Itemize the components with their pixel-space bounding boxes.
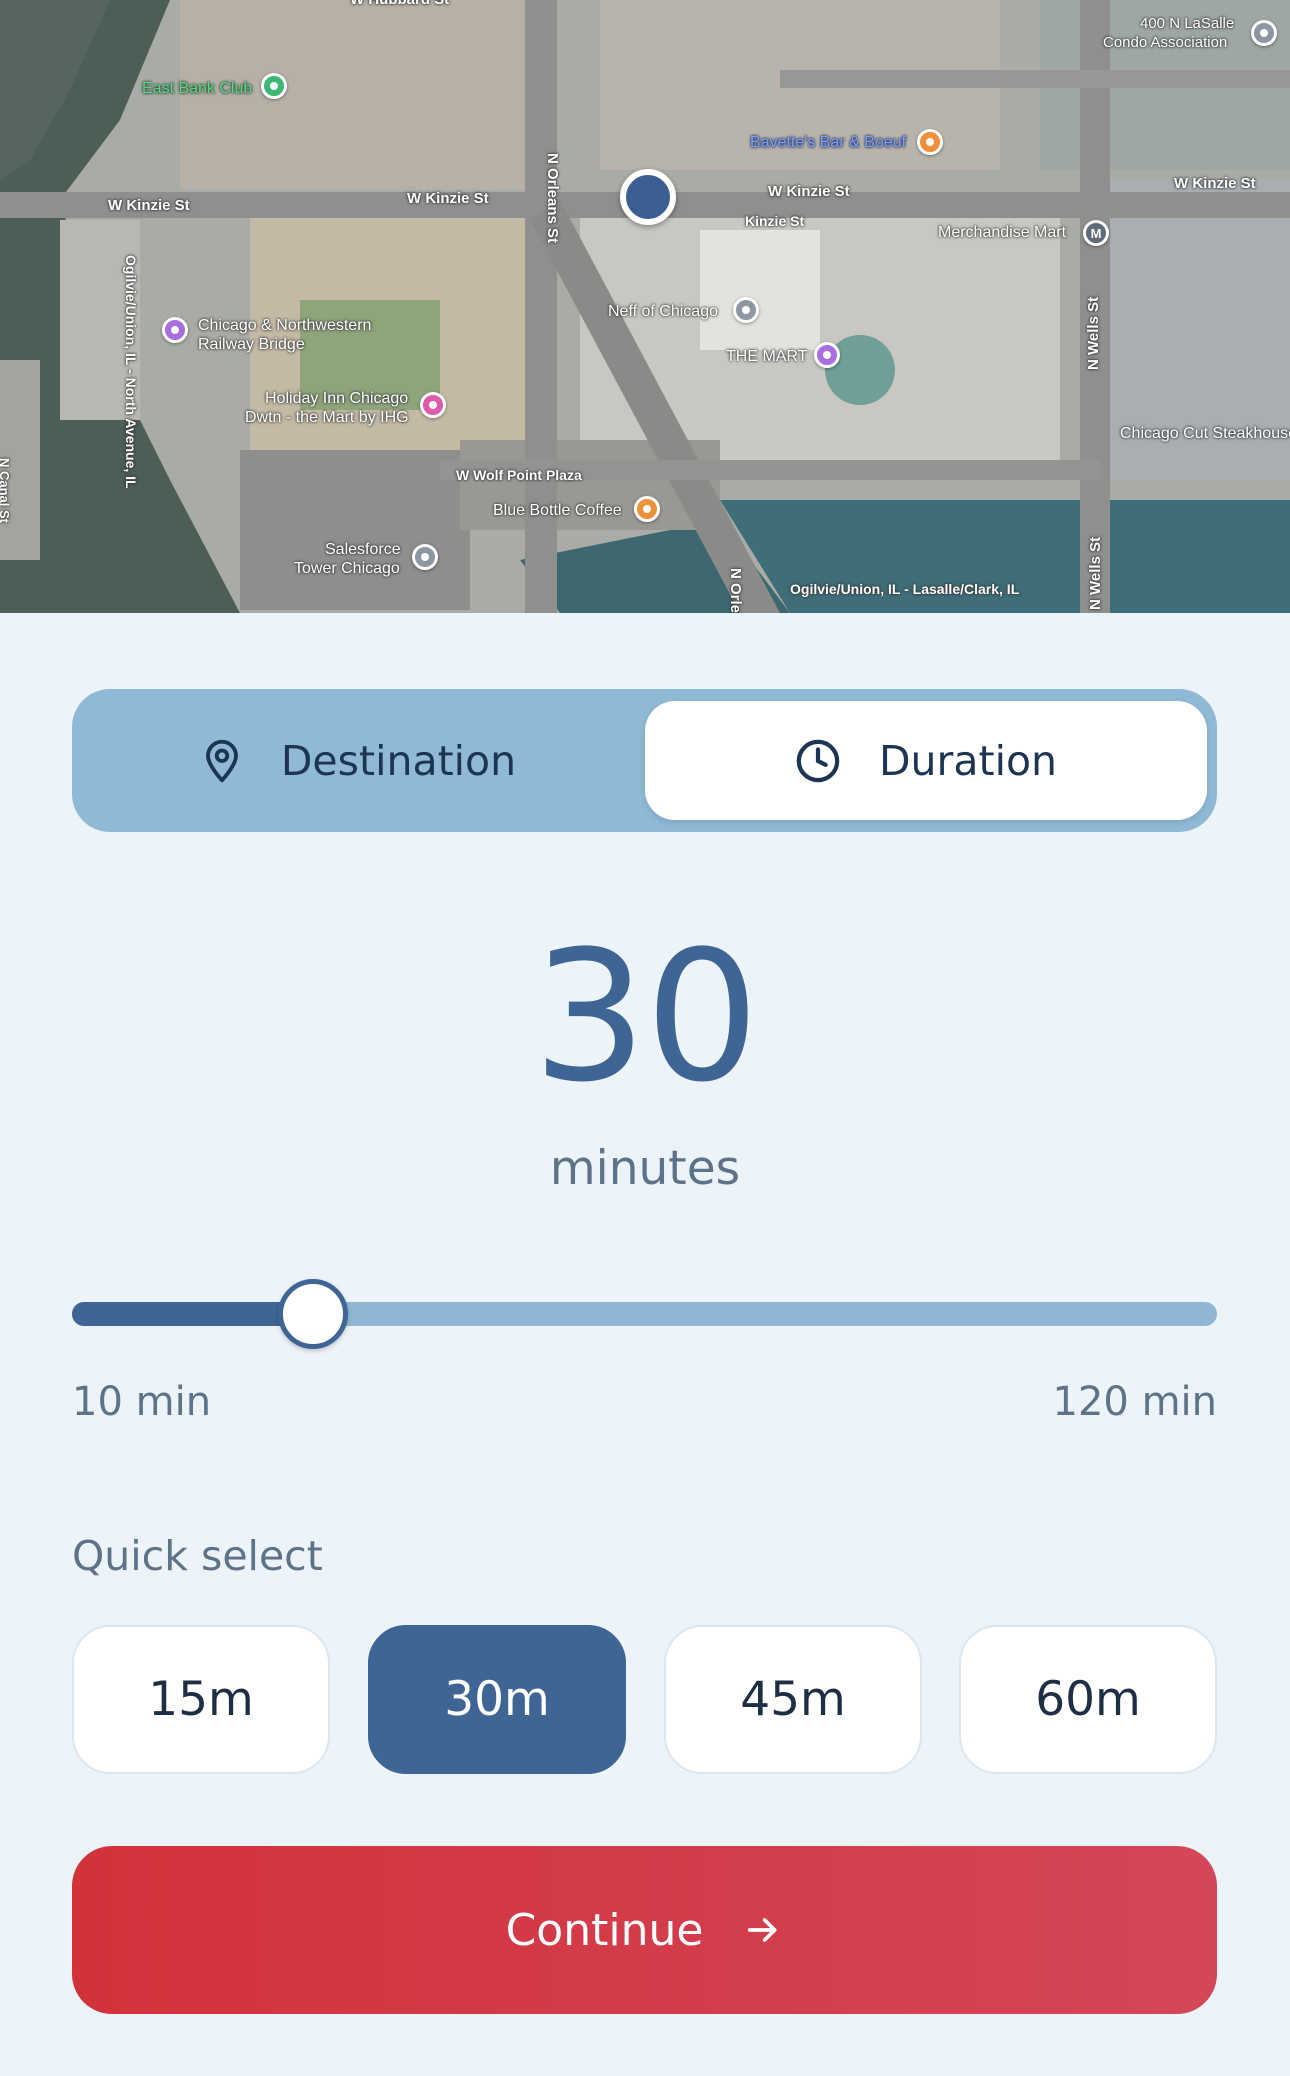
transit-line-label: Ogilvie/Union, IL - North Avenue, IL xyxy=(123,255,139,489)
street-label: W Kinzie St xyxy=(1174,175,1256,192)
duration-value: 30 xyxy=(532,913,759,1122)
cafe-pin-icon[interactable] xyxy=(634,496,660,522)
clock-icon xyxy=(796,739,840,782)
continue-button-label: Continue xyxy=(505,1904,704,1956)
street-label: W Wolf Point Plaza xyxy=(456,467,582,483)
street-label: N Wells St xyxy=(1085,296,1102,370)
poi-label: Bavette's Bar & Boeuf xyxy=(750,134,907,151)
location-pin-icon[interactable] xyxy=(1251,20,1277,46)
quick-select-label: Quick select xyxy=(72,1532,323,1580)
map-pin-icon xyxy=(205,739,238,782)
mode-toggle: Destination Duration xyxy=(72,689,1217,832)
poi-label: Salesforce xyxy=(325,541,401,558)
restaurant-pin-icon[interactable] xyxy=(917,129,943,155)
street-label: N Wells St xyxy=(1087,536,1104,610)
location-pin-icon[interactable] xyxy=(261,73,287,99)
location-pin-icon[interactable] xyxy=(412,544,438,570)
poi-label: Merchandise Mart xyxy=(938,224,1067,241)
street-label: W Hubbard St xyxy=(350,0,449,9)
metro-station-icon[interactable]: M xyxy=(1083,220,1109,246)
destination-tab[interactable]: Destination xyxy=(82,701,635,820)
slider-max-label: 120 min xyxy=(1052,1379,1218,1425)
slider-thumb[interactable] xyxy=(277,1279,348,1349)
poi-label: Tower Chicago xyxy=(294,560,400,577)
poi-label: Holiday Inn Chicago xyxy=(265,390,409,407)
hotel-pin-icon[interactable] xyxy=(420,392,446,418)
quick-select-30m-button[interactable]: 30m xyxy=(368,1625,626,1774)
current-location-dot xyxy=(620,169,676,225)
poi-label: THE MART xyxy=(726,348,808,365)
quick-select-45m-button[interactable]: 45m xyxy=(664,1625,922,1774)
duration-slider[interactable] xyxy=(72,1279,1217,1352)
street-label: N Canal St xyxy=(0,458,12,524)
transit-line-label: Ogilvie/Union, IL - Lasalle/Clark, IL xyxy=(790,581,1020,597)
poi-label: Chicago & Northwestern xyxy=(198,317,372,334)
duration-tab[interactable]: Duration xyxy=(645,701,1207,820)
poi-label: Blue Bottle Coffee xyxy=(493,502,622,519)
map-view[interactable]: W Hubbard St W Kinzie St W Kinzie St W K… xyxy=(0,0,1290,613)
slider-track[interactable] xyxy=(72,1302,1217,1326)
poi-label: 400 N LaSalle xyxy=(1140,15,1235,32)
street-label: W Kinzie St xyxy=(108,197,190,214)
poi-label: Condo Association xyxy=(1103,34,1228,51)
arrow-right-icon xyxy=(748,1918,777,1942)
street-label: W Kinzie St xyxy=(407,190,489,207)
street-label: Kinzie St xyxy=(745,213,805,229)
landmark-pin-icon[interactable] xyxy=(814,342,840,368)
poi-label: Chicago Cut Steakhouse xyxy=(1120,425,1290,442)
slider-min-label: 10 min xyxy=(72,1379,212,1425)
slider-fill xyxy=(72,1302,313,1326)
poi-label: Railway Bridge xyxy=(198,336,305,353)
street-label: N Orleans St xyxy=(544,153,561,244)
landmark-pin-icon[interactable] xyxy=(162,317,188,343)
street-label: W Kinzie St xyxy=(768,183,850,200)
poi-label: Dwtn - the Mart by IHG xyxy=(245,409,409,426)
poi-label: Neff of Chicago xyxy=(608,303,718,320)
duration-unit: minutes xyxy=(549,1141,741,1196)
quick-select-15m-button[interactable]: 15m xyxy=(72,1625,330,1774)
poi-label: East Bank Club xyxy=(142,80,253,97)
duration-tab-label: Duration xyxy=(878,736,1058,785)
continue-button[interactable]: Continue xyxy=(72,1846,1217,2014)
street-label: N Orle xyxy=(727,568,744,613)
quick-select-60m-button[interactable]: 60m xyxy=(959,1625,1217,1774)
destination-tab-label: Destination xyxy=(280,736,517,785)
location-pin-icon[interactable] xyxy=(733,297,759,323)
